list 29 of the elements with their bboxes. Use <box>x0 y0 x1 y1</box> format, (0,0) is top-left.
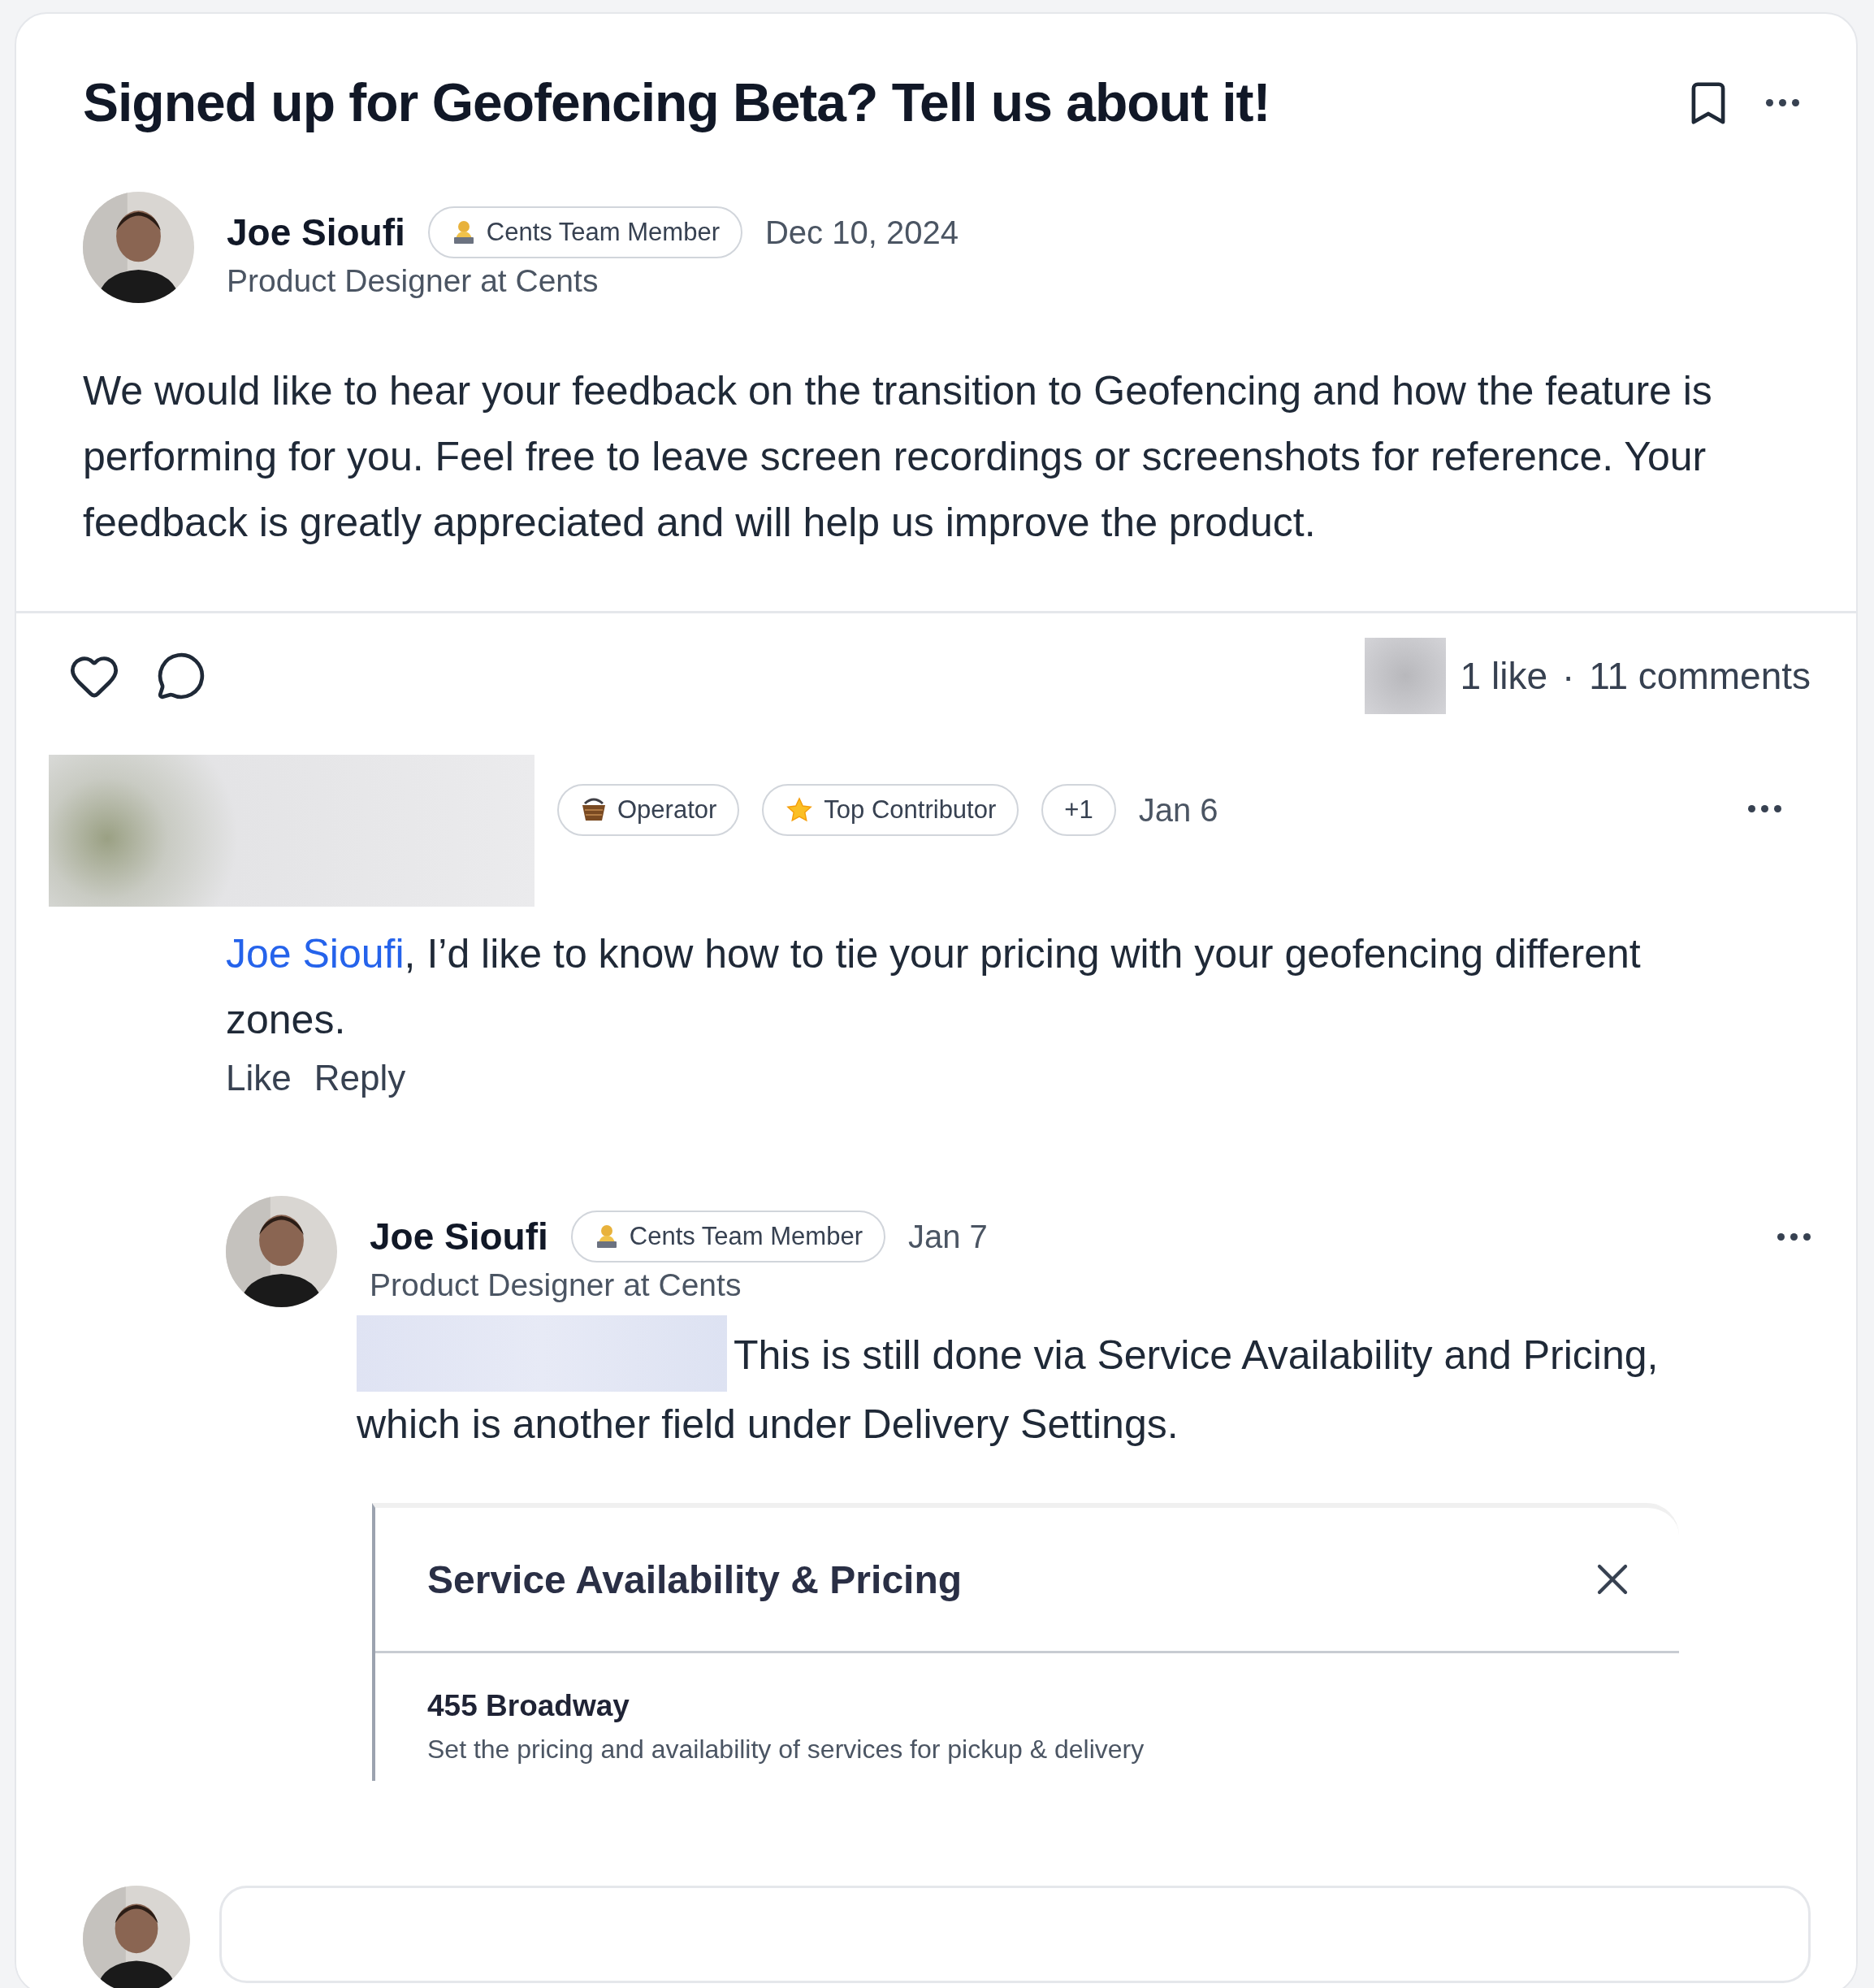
role-badge: Cents Team Member <box>427 206 742 259</box>
comment-date: Jan 6 <box>1138 791 1218 829</box>
more-badges-count[interactable]: +1 <box>1041 784 1116 837</box>
comment-input-field[interactable] <box>219 1886 1811 1983</box>
reply-text: This is still done via Service Availability and Pricing, which is another field under Delivery Settings. <box>357 1315 1705 1458</box>
role-badge: Operator <box>557 784 740 837</box>
post-title: Signed up for Geofencing Beta? Tell us about it! <box>83 71 1271 134</box>
author-name[interactable]: Joe Sioufi <box>370 1215 548 1259</box>
post-body: We would like to hear your feedback on the transition to Geofencing and how the feature is performing for you. Feel free to leave screen recordings or screenshots for reference. Your feedback is greatly appreciated and will help us improve the product. <box>83 367 1713 548</box>
more-options-icon[interactable] <box>1777 1232 1811 1241</box>
more-options-icon[interactable] <box>1766 99 1799 107</box>
like-count[interactable]: 1 like <box>1460 654 1547 699</box>
role-badge: Top Contributor <box>762 784 1019 837</box>
author-name[interactable]: Joe Sioufi <box>227 210 405 255</box>
separator: · <box>1561 654 1575 699</box>
comment-count[interactable]: 11 comments <box>1589 654 1811 699</box>
author-role: Product Designer at Cents <box>227 263 599 300</box>
comment-action-link[interactable]: Reply <box>314 1058 406 1099</box>
comment-action-link[interactable]: Like <box>226 1058 292 1099</box>
role-badge: Cents Team Member <box>570 1211 885 1263</box>
location-description: Set the pricing and availability of services for pickup & delivery <box>427 1735 1145 1765</box>
reply-date: Jan 7 <box>907 1218 988 1255</box>
author-role: Product Designer at Cents <box>370 1267 742 1304</box>
more-options-icon[interactable] <box>1748 805 1781 813</box>
post-date: Dec 10, 2024 <box>764 214 959 251</box>
location-heading: 455 Broadway <box>427 1689 630 1724</box>
dialog-title: Service Availability & Pricing <box>427 1557 963 1602</box>
mention-link[interactable]: Joe Sioufi <box>226 931 405 977</box>
comment-text: Joe Sioufi, I’d like to know how to tie your pricing with your geofencing different zones. <box>226 930 1642 1045</box>
